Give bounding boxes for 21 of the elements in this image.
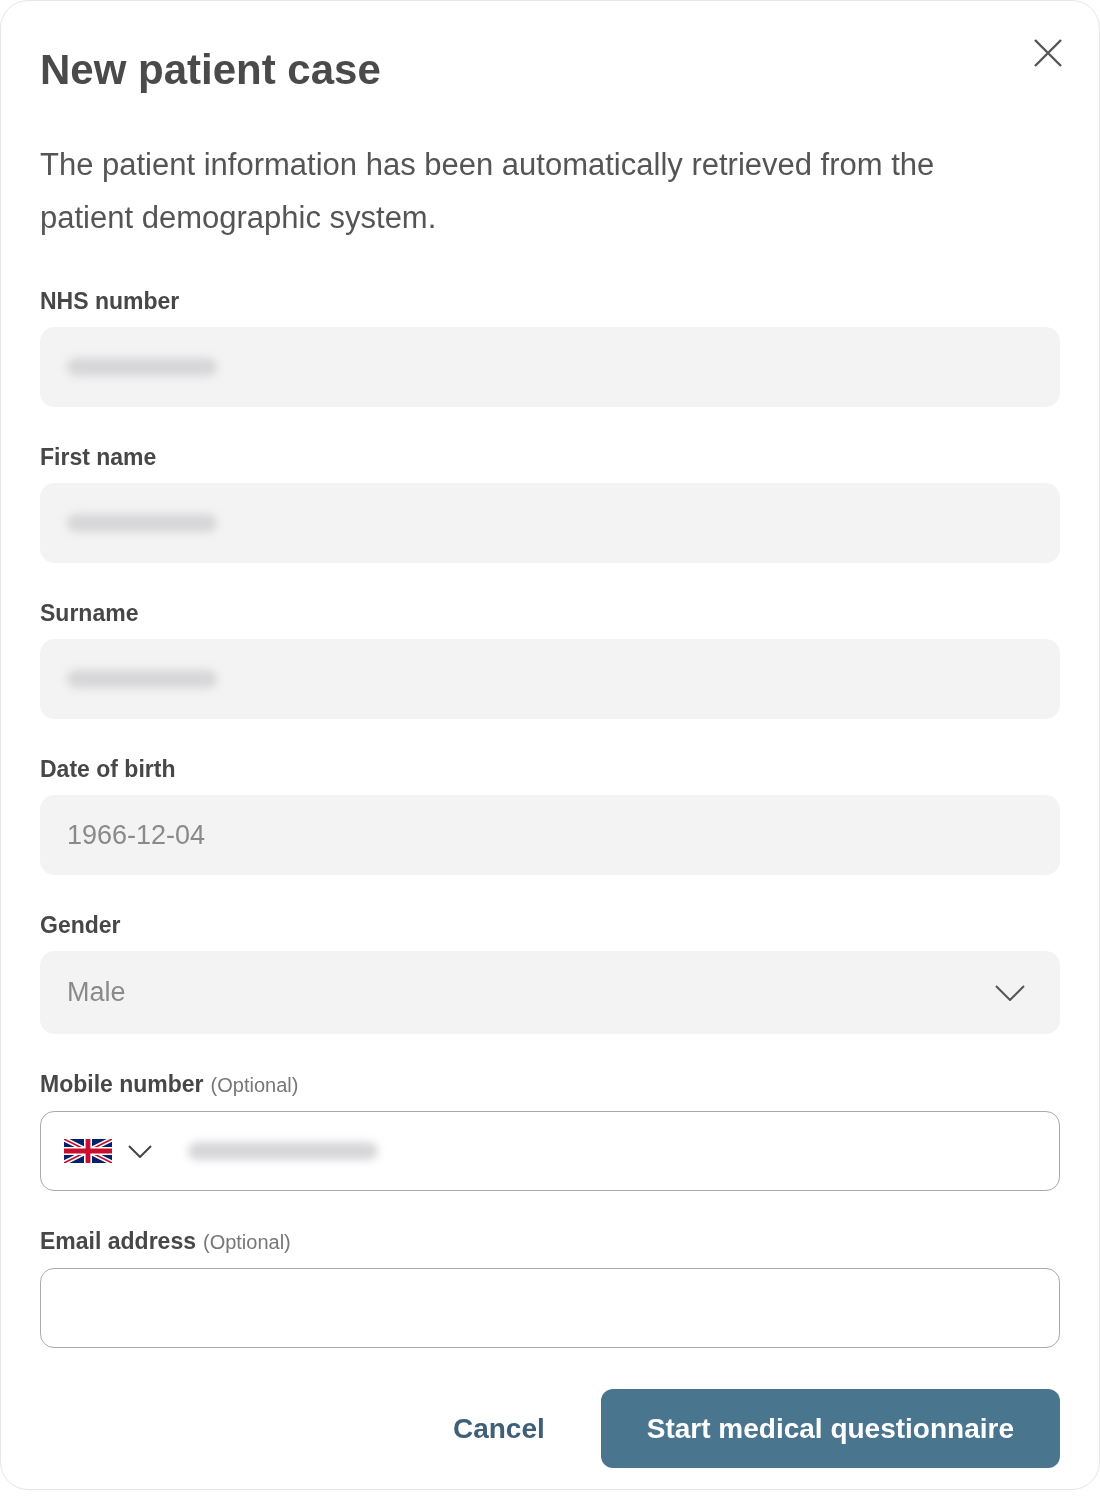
field-label: Email address xyxy=(40,1227,196,1256)
optional-hint: (Optional) xyxy=(202,1230,291,1255)
field-label: Mobile number xyxy=(40,1070,204,1099)
dialog-description: The patient information has been automatically retrieved from the patient demographic system. xyxy=(40,146,936,237)
start-button[interactable]: Start medical questionnaire xyxy=(600,1389,1060,1468)
cancel-button[interactable]: Cancel xyxy=(412,1389,585,1468)
text-field[interactable] xyxy=(40,1268,1060,1348)
optional-hint: (Optional) xyxy=(210,1073,299,1098)
field-label: Date of birth xyxy=(40,755,176,784)
chevron-down-icon[interactable] xyxy=(128,1144,152,1158)
close-icon[interactable] xyxy=(1033,38,1063,68)
chevron-down-icon xyxy=(995,984,1025,1001)
text-field: 1966-12-04 xyxy=(40,795,1060,875)
select-field: Male xyxy=(40,951,1060,1034)
phone-field[interactable] xyxy=(40,1111,1060,1191)
field-label: First name xyxy=(40,443,157,472)
dialog-title: New patient case xyxy=(40,45,381,95)
field-label: NHS number xyxy=(40,287,180,316)
field-label: Gender xyxy=(40,911,121,940)
flag-icon[interactable] xyxy=(64,1139,112,1163)
field-label: Surname xyxy=(40,599,139,628)
